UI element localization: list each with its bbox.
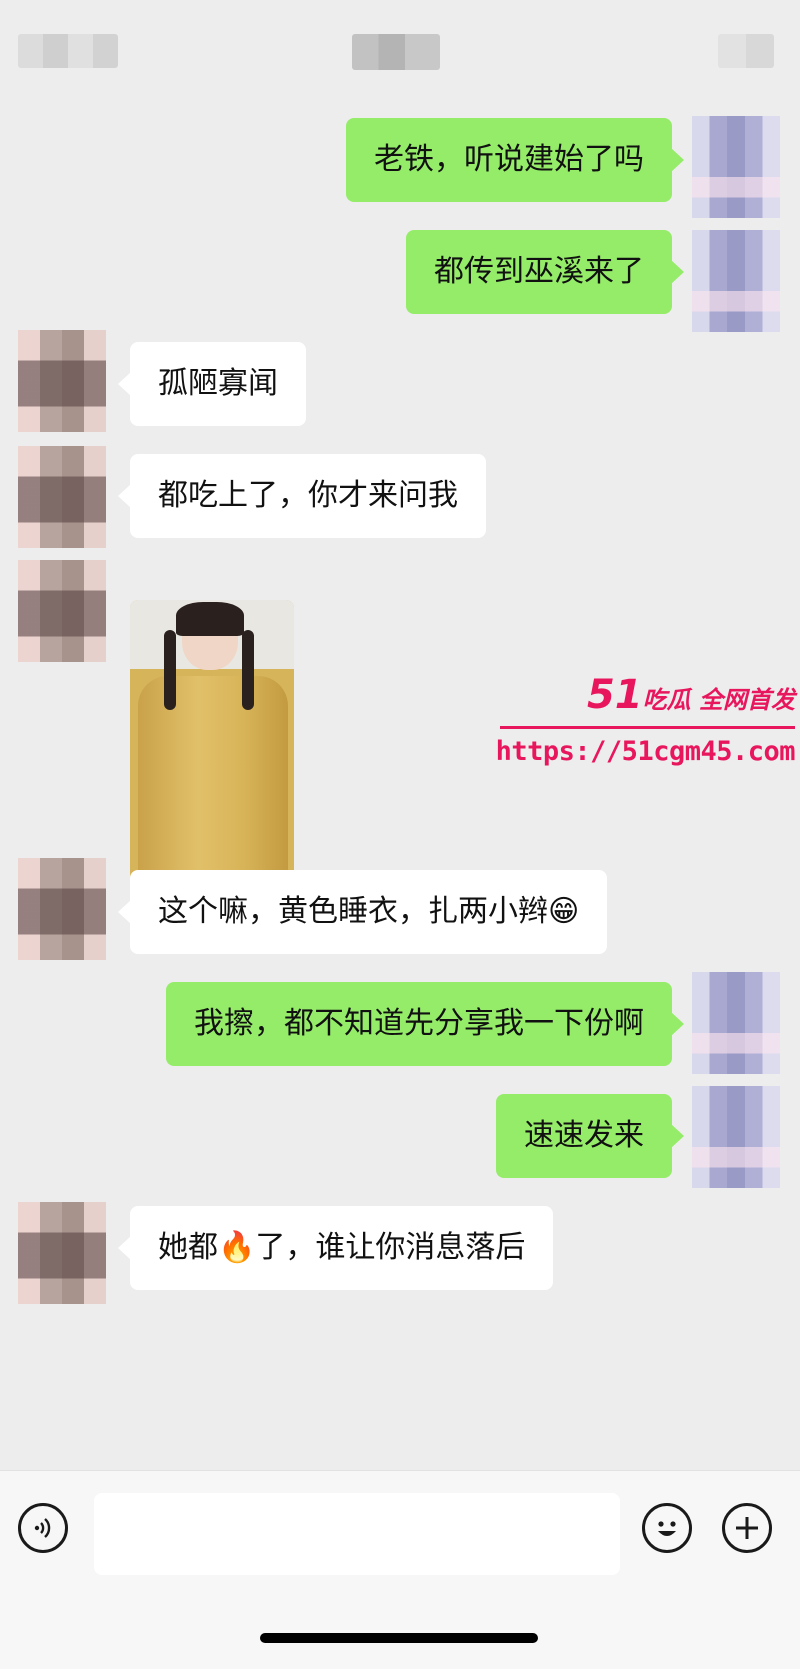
photo-yellow-pajamas <box>138 676 288 888</box>
avatar-contact[interactable] <box>18 1202 106 1304</box>
message-bubble-self[interactable]: 老铁，听说建始了吗 <box>346 118 684 202</box>
input-bar <box>0 1470 800 1669</box>
plus-icon[interactable] <box>722 1503 772 1553</box>
watermark-brand: 51吃瓜 全网首发 <box>586 672 795 718</box>
message-bubble-self[interactable]: 都传到巫溪来了 <box>406 230 684 314</box>
emoji-icon[interactable] <box>642 1503 692 1553</box>
site-watermark: 51吃瓜 全网首发 https://51cgm45.com <box>496 672 796 772</box>
message-bubble-self[interactable]: 我擦，都不知道先分享我一下份啊 <box>166 982 684 1066</box>
avatar-contact[interactable] <box>18 560 106 662</box>
message-bubble-contact[interactable]: 都吃上了，你才来问我 <box>118 454 486 538</box>
avatar-contact[interactable] <box>18 330 106 432</box>
watermark-url: https://51cgm45.com <box>495 736 796 767</box>
home-indicator[interactable] <box>260 1633 538 1643</box>
message-input[interactable] <box>94 1493 620 1575</box>
avatar-contact[interactable] <box>18 446 106 548</box>
photo-hair <box>176 602 244 636</box>
message-bubble-self[interactable]: 速速发来 <box>496 1094 684 1178</box>
avatar-contact[interactable] <box>18 858 106 960</box>
photo-braid-left <box>164 630 176 710</box>
avatar-self[interactable] <box>692 972 780 1074</box>
voice-icon[interactable] <box>18 1503 68 1553</box>
avatar-self[interactable] <box>692 230 780 332</box>
message-bubble-contact[interactable]: 她都🔥了，谁让你消息落后 <box>117 1206 554 1290</box>
image-message[interactable] <box>130 600 294 888</box>
message-bubble-contact[interactable]: 这个嘛，黄色睡衣，扎两小辫😁 <box>117 870 608 954</box>
avatar-self[interactable] <box>692 116 780 218</box>
avatar-self[interactable] <box>692 1086 780 1188</box>
photo-braid-right <box>242 630 254 710</box>
message-bubble-contact[interactable]: 孤陋寡闻 <box>118 342 306 426</box>
watermark-divider <box>500 726 795 729</box>
message-list[interactable]: 老铁，听说建始了吗 都传到巫溪来了 孤陋寡闻 都吃上了，你才来问我 51吃瓜 全… <box>0 0 800 1470</box>
